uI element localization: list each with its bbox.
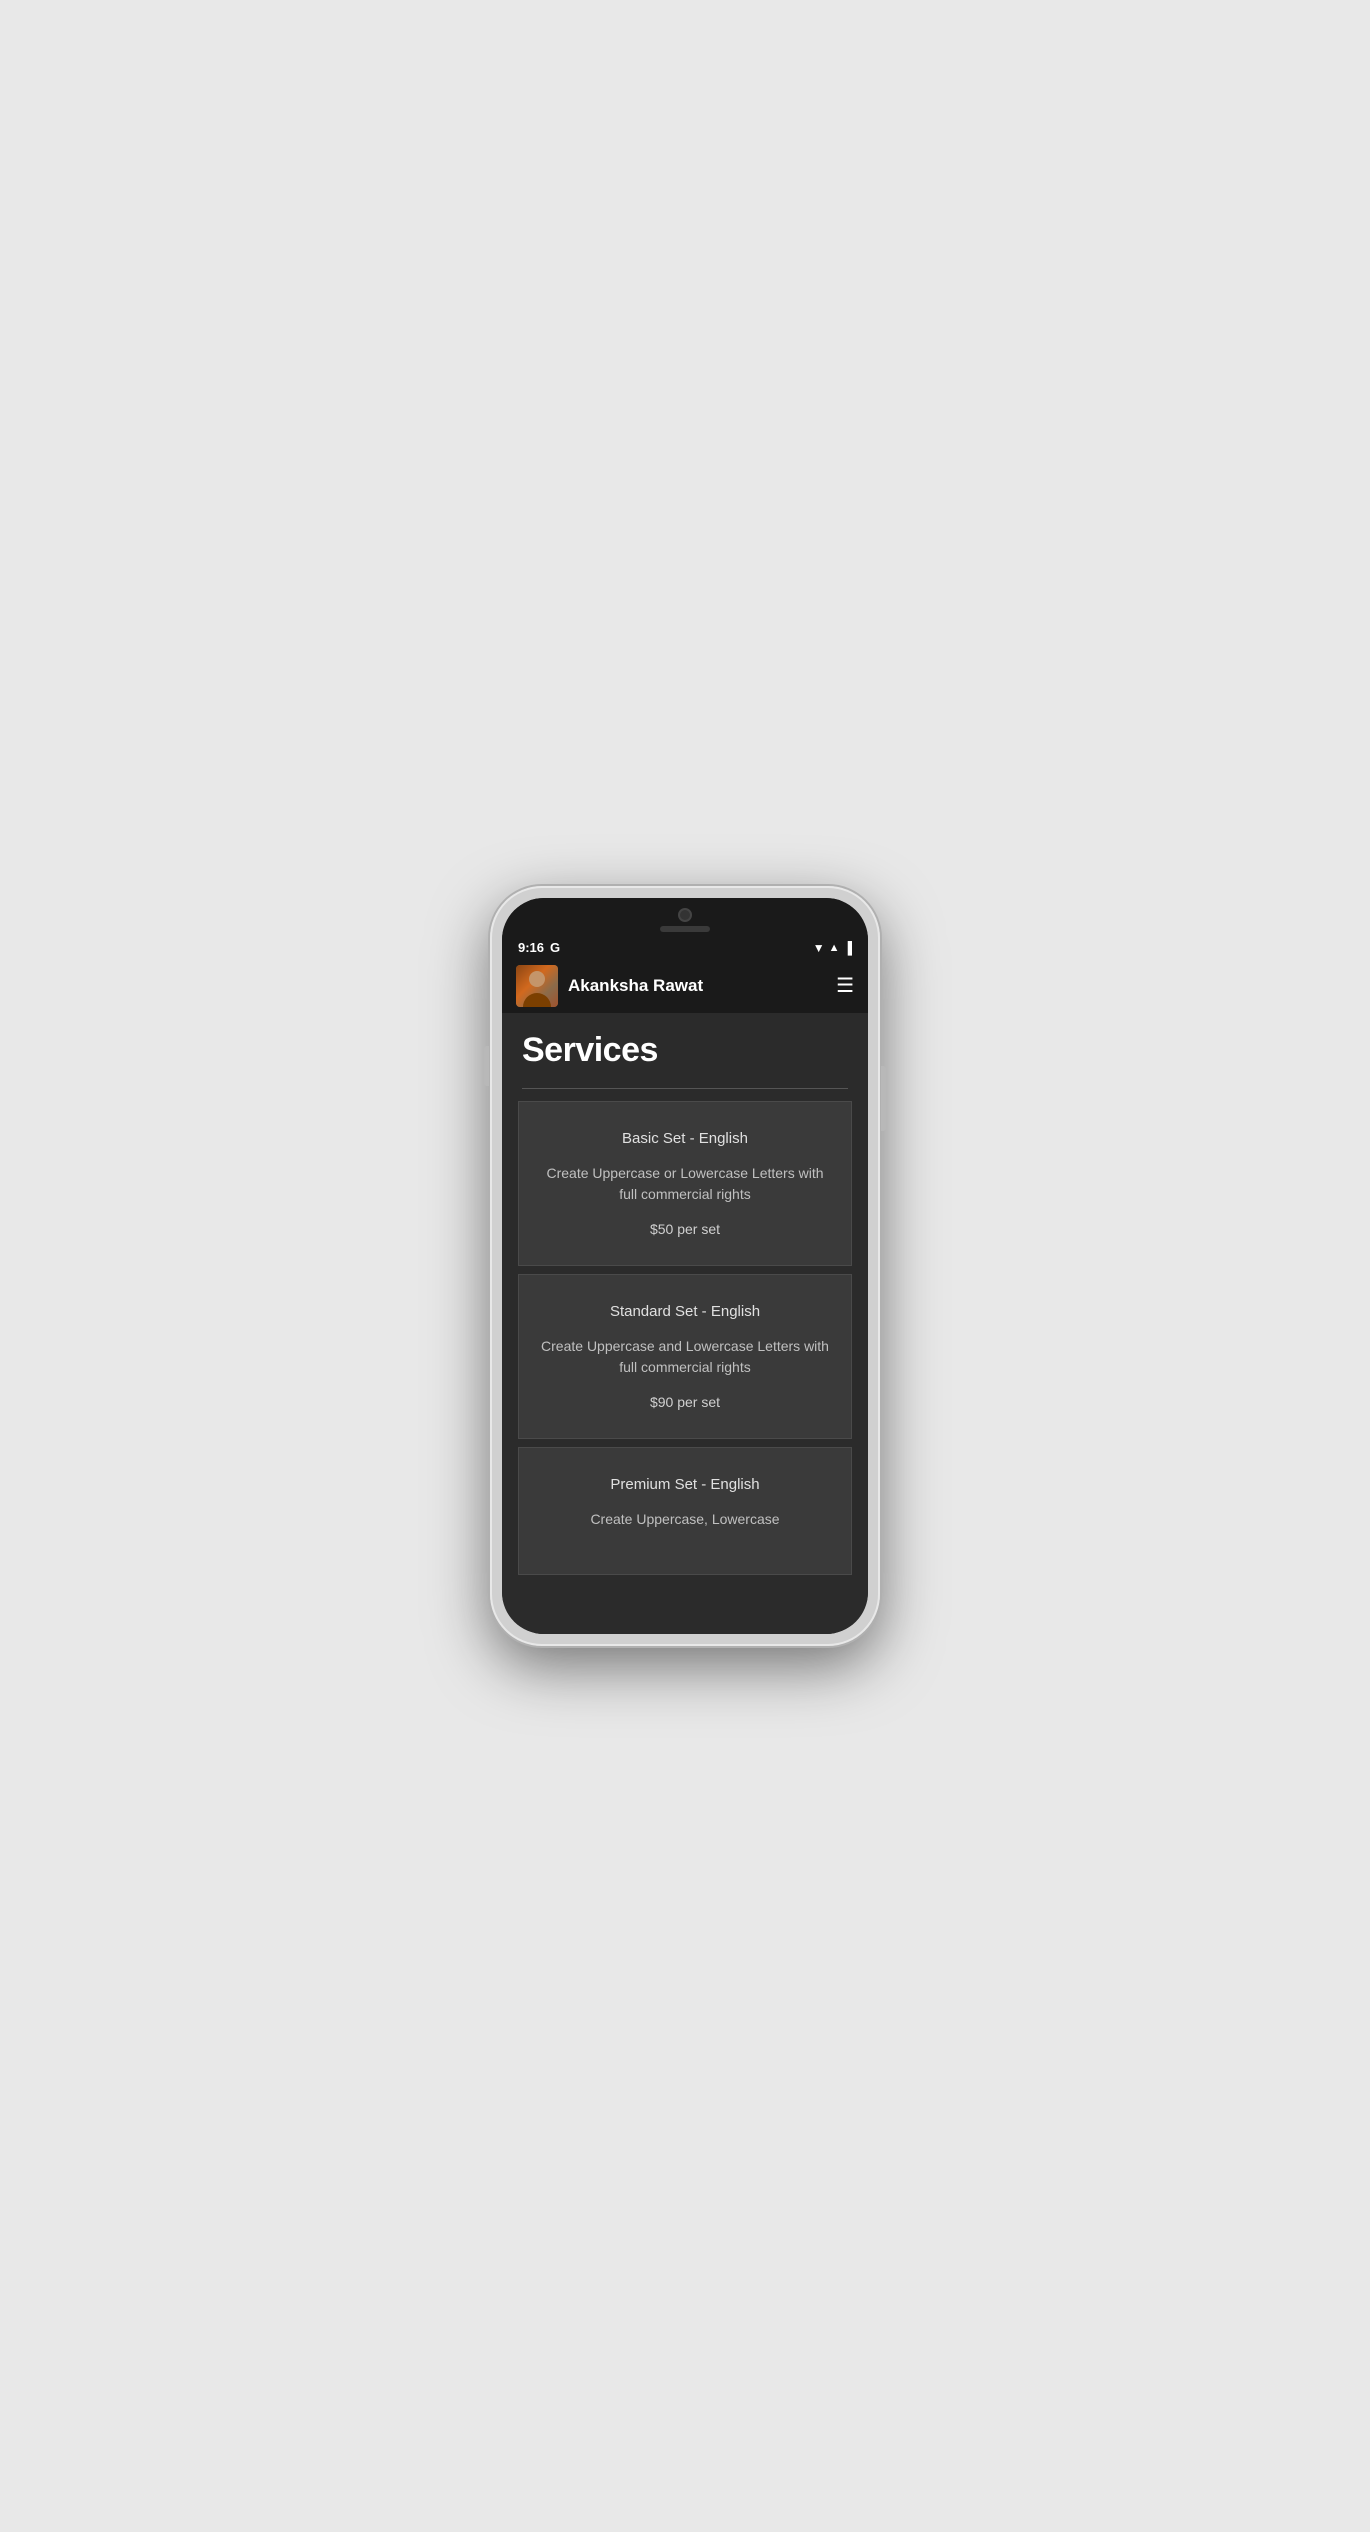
- page-title: Services: [522, 1031, 848, 1070]
- avatar-image: [516, 965, 558, 1007]
- phone-device: 9:16 G ▼ ▲ ▐ Akanksha Rawat ☰: [490, 886, 880, 1646]
- battery-icon: ▐: [843, 941, 852, 955]
- service-price-1: $50 per set: [650, 1221, 720, 1237]
- service-title-1: Basic Set - English: [622, 1130, 748, 1147]
- service-description-3: Create Uppercase, Lowercase: [590, 1509, 779, 1530]
- status-carrier: G: [550, 940, 560, 955]
- wifi-icon: ▼: [813, 941, 825, 955]
- service-card-3[interactable]: Premium Set - English Create Uppercase, …: [518, 1447, 852, 1575]
- phone-camera: [678, 908, 692, 922]
- header-left: Akanksha Rawat: [516, 965, 703, 1007]
- phone-speaker: [660, 926, 710, 932]
- app-content: Services Basic Set - English Create Uppe…: [502, 1013, 868, 1634]
- title-divider: [522, 1088, 848, 1089]
- hamburger-menu-icon[interactable]: ☰: [836, 976, 854, 996]
- service-description-2: Create Uppercase and Lowercase Letters w…: [539, 1336, 831, 1378]
- status-bar: 9:16 G ▼ ▲ ▐: [502, 936, 868, 959]
- phone-wrapper: 9:16 G ▼ ▲ ▐ Akanksha Rawat ☰: [475, 876, 895, 1656]
- service-card-1[interactable]: Basic Set - English Create Uppercase or …: [518, 1101, 852, 1266]
- phone-notch: [502, 898, 868, 936]
- service-price-2: $90 per set: [650, 1394, 720, 1410]
- status-left: 9:16 G: [518, 940, 560, 955]
- page-title-section: Services: [502, 1013, 868, 1080]
- service-title-2: Standard Set - English: [610, 1303, 760, 1320]
- signal-icon: ▲: [829, 942, 840, 954]
- service-title-3: Premium Set - English: [610, 1476, 759, 1493]
- header-username: Akanksha Rawat: [568, 976, 703, 996]
- status-right: ▼ ▲ ▐: [813, 941, 852, 955]
- status-time: 9:16: [518, 940, 544, 955]
- app-header: Akanksha Rawat ☰: [502, 959, 868, 1013]
- service-description-1: Create Uppercase or Lowercase Letters wi…: [539, 1163, 831, 1205]
- services-list: Basic Set - English Create Uppercase or …: [502, 1101, 868, 1583]
- phone-screen: 9:16 G ▼ ▲ ▐ Akanksha Rawat ☰: [502, 898, 868, 1634]
- service-card-2[interactable]: Standard Set - English Create Uppercase …: [518, 1274, 852, 1439]
- avatar: [516, 965, 558, 1007]
